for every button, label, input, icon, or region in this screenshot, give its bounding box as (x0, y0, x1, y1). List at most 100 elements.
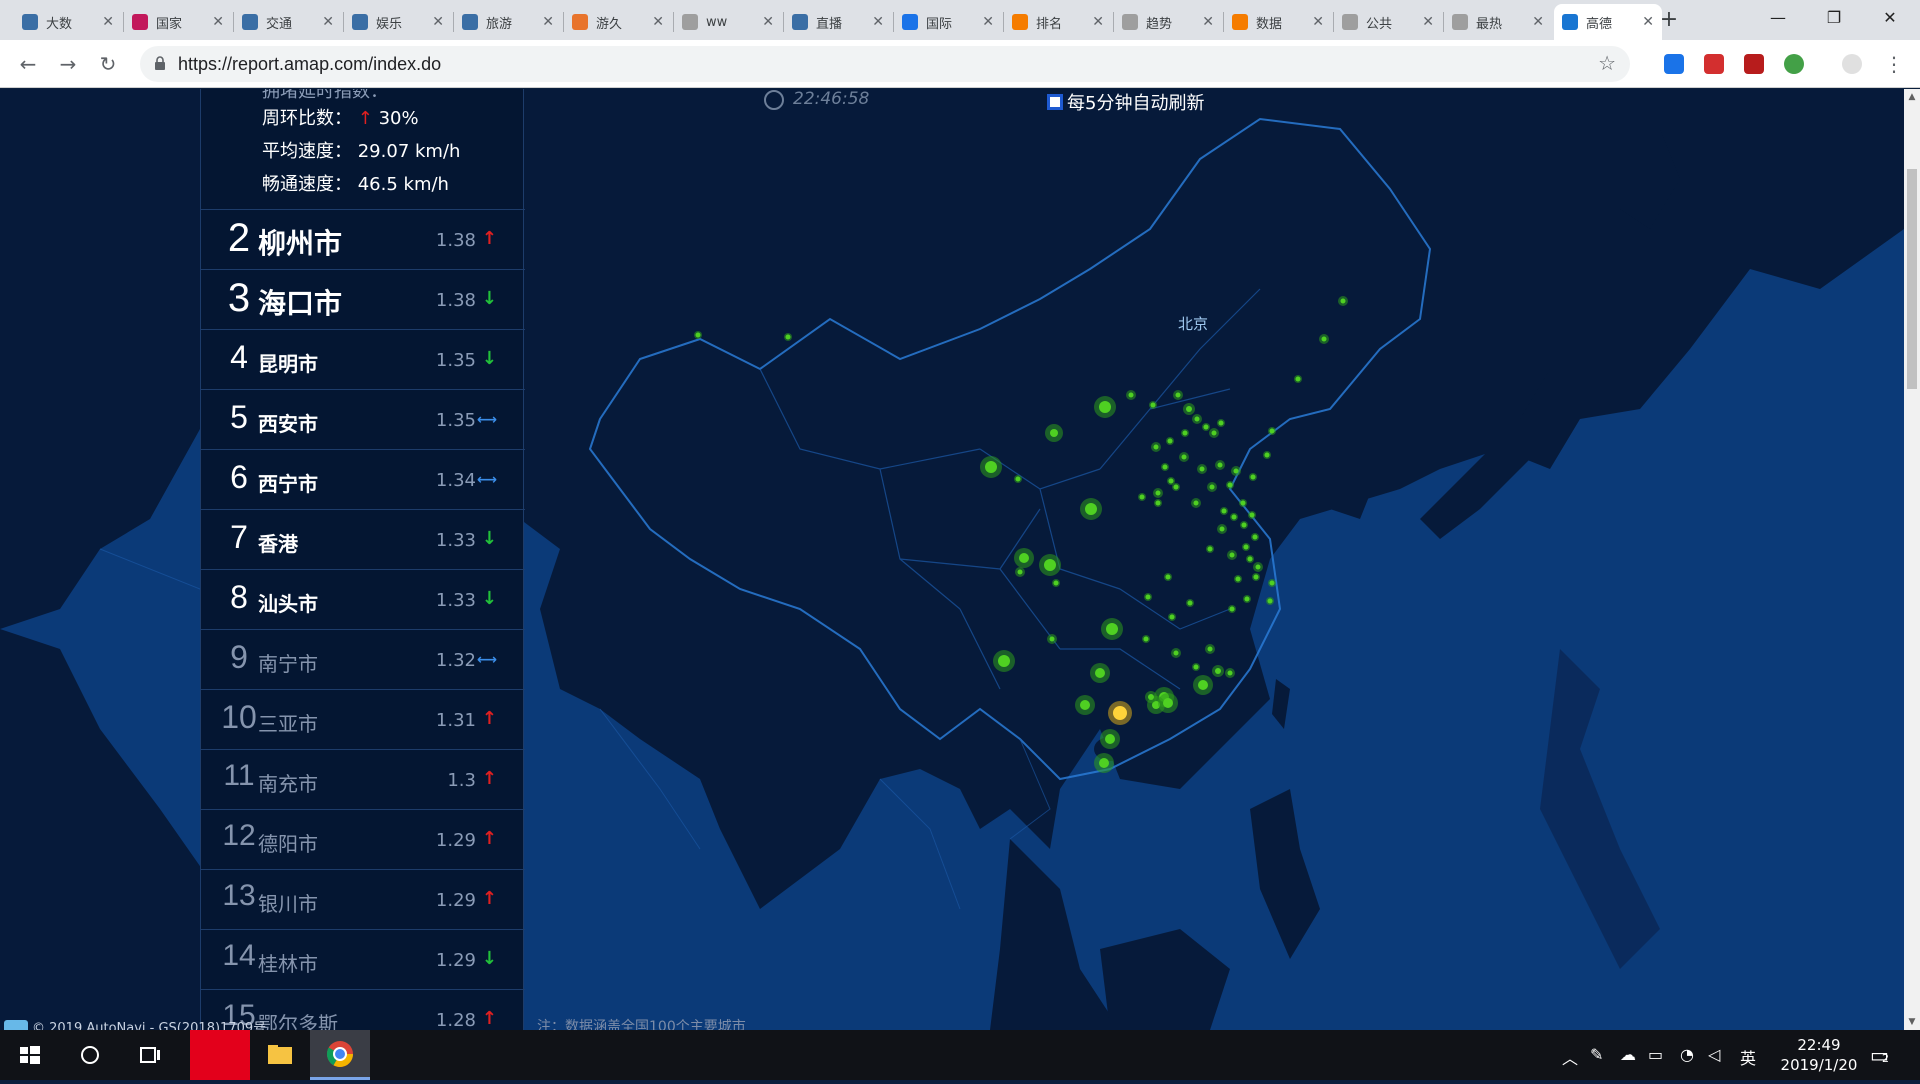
onedrive-cloud-icon[interactable]: ☁ (1620, 1045, 1636, 1064)
battery-icon[interactable]: ▭ (1648, 1045, 1663, 1064)
ranking-row[interactable]: 12 德阳市 1.29 ↑ (201, 810, 525, 870)
ranking-row[interactable]: 6 西宁市 1.34 ⟷ (201, 450, 525, 510)
tab-close-icon[interactable]: ✕ (1642, 14, 1654, 30)
ranking-row[interactable]: 14 桂林市 1.29 ↓ (201, 930, 525, 990)
city-marker[interactable] (1181, 454, 1187, 460)
browser-tab[interactable]: 最热 ✕ (1444, 4, 1552, 40)
highlight-city-marker[interactable] (1113, 706, 1127, 720)
browser-tab[interactable]: 交通 ✕ (234, 4, 342, 40)
city-marker[interactable] (1340, 298, 1346, 304)
tab-close-icon[interactable]: ✕ (1202, 14, 1214, 30)
browser-tab[interactable]: 高德 ✕ (1554, 4, 1662, 40)
city-marker[interactable] (1155, 500, 1161, 506)
city-marker[interactable] (1207, 546, 1213, 552)
city-marker[interactable] (1139, 494, 1145, 500)
city-marker[interactable] (1295, 376, 1301, 382)
city-marker[interactable] (1053, 580, 1059, 586)
minimize-button[interactable]: — (1750, 0, 1806, 36)
city-marker[interactable] (1019, 553, 1029, 563)
city-marker[interactable] (1233, 468, 1239, 474)
volume-icon[interactable]: ◁ (1708, 1045, 1720, 1064)
auto-refresh-toggle[interactable]: 每5分钟自动刷新 (1047, 89, 1204, 115)
maximize-button[interactable]: ❐ (1806, 0, 1862, 36)
pdf-extension-icon[interactable] (1744, 54, 1764, 74)
task-view-button[interactable] (120, 1030, 180, 1080)
extension-green-icon[interactable] (1784, 54, 1804, 74)
browser-tab[interactable]: 国家 ✕ (124, 4, 232, 40)
city-marker[interactable] (1193, 664, 1199, 670)
page-scrollbar[interactable]: ▲ ▼ (1904, 89, 1920, 1030)
city-marker[interactable] (1249, 512, 1255, 518)
reload-button[interactable]: ↻ (94, 50, 122, 78)
extension-red-icon[interactable] (1704, 54, 1724, 74)
ranking-row[interactable]: 4 昆明市 1.35 ↓ (201, 330, 525, 390)
forward-button[interactable]: → (54, 50, 82, 78)
tab-close-icon[interactable]: ✕ (212, 14, 224, 30)
browser-tab[interactable]: 旅游 ✕ (454, 4, 562, 40)
tab-close-icon[interactable]: ✕ (1312, 14, 1324, 30)
city-marker[interactable] (985, 461, 997, 473)
city-marker[interactable] (1217, 462, 1223, 468)
city-marker[interactable] (1269, 428, 1275, 434)
city-marker[interactable] (1219, 526, 1225, 532)
city-marker[interactable] (1209, 484, 1215, 490)
url-text[interactable]: https://report.amap.com/index.do (178, 54, 441, 75)
city-marker[interactable] (1080, 700, 1090, 710)
city-marker[interactable] (1050, 429, 1058, 437)
ranking-row[interactable]: 10 三亚市 1.31 ↑ (201, 690, 525, 750)
city-marker[interactable] (1165, 574, 1171, 580)
city-marker[interactable] (1240, 500, 1246, 506)
city-marker[interactable] (1250, 474, 1256, 480)
ranking-row[interactable]: 11 南充市 1.3 ↑ (201, 750, 525, 810)
city-marker[interactable] (1194, 416, 1200, 422)
city-marker[interactable] (1186, 406, 1192, 412)
back-button[interactable]: ← (14, 50, 42, 78)
profile-avatar[interactable] (1842, 54, 1862, 74)
city-marker[interactable] (1145, 594, 1151, 600)
city-marker[interactable] (1211, 430, 1217, 436)
city-marker[interactable] (1221, 508, 1227, 514)
scroll-up-arrow-icon[interactable]: ▲ (1904, 89, 1920, 105)
city-marker[interactable] (1099, 758, 1109, 768)
ime-indicator[interactable]: 英 (1740, 1045, 1756, 1069)
action-center-icon[interactable]: ▭ 2 (1870, 1043, 1889, 1067)
tab-close-icon[interactable]: ✕ (322, 14, 334, 30)
city-marker[interactable] (1173, 650, 1179, 656)
city-marker[interactable] (998, 655, 1010, 667)
city-marker[interactable] (1153, 444, 1159, 450)
ranking-row[interactable]: 3 海口市 1.38 ↓ (201, 270, 525, 330)
tab-close-icon[interactable]: ✕ (762, 14, 774, 30)
city-marker[interactable] (1218, 420, 1224, 426)
browser-tab[interactable]: 公共 ✕ (1334, 4, 1442, 40)
city-marker[interactable] (1227, 670, 1233, 676)
city-marker[interactable] (1162, 464, 1168, 470)
city-marker[interactable] (1163, 698, 1173, 708)
browser-tab[interactable]: ww ✕ (674, 4, 782, 40)
ranking-row[interactable]: 5 西安市 1.35 ⟷ (201, 390, 525, 450)
city-marker[interactable] (1085, 503, 1097, 515)
city-marker[interactable] (1173, 484, 1179, 490)
city-marker[interactable] (1269, 580, 1275, 586)
city-marker[interactable] (1175, 392, 1181, 398)
city-marker[interactable] (1264, 452, 1270, 458)
city-marker[interactable] (1198, 680, 1208, 690)
city-marker[interactable] (1168, 478, 1174, 484)
city-marker[interactable] (1321, 336, 1327, 342)
city-marker[interactable] (1182, 430, 1188, 436)
address-bar[interactable]: https://report.amap.com/index.do ☆ (140, 46, 1630, 82)
browser-tab[interactable]: 数据 ✕ (1224, 4, 1332, 40)
city-marker[interactable] (1244, 596, 1250, 602)
city-marker[interactable] (1148, 694, 1154, 700)
city-marker[interactable] (1267, 598, 1273, 604)
tab-close-icon[interactable]: ✕ (1532, 14, 1544, 30)
city-marker[interactable] (1235, 576, 1241, 582)
city-marker[interactable] (1128, 392, 1134, 398)
tab-close-icon[interactable]: ✕ (432, 14, 444, 30)
browser-tab[interactable]: 直播 ✕ (784, 4, 892, 40)
ranking-row[interactable]: 8 汕头市 1.33 ↓ (201, 570, 525, 630)
tray-chevron-icon[interactable]: ︿ (1562, 1045, 1578, 1069)
auto-refresh-checkbox[interactable] (1047, 94, 1063, 110)
windows-start-button[interactable] (0, 1030, 60, 1080)
scrollbar-thumb[interactable] (1907, 169, 1917, 389)
bookmark-star-icon[interactable]: ☆ (1598, 51, 1616, 75)
